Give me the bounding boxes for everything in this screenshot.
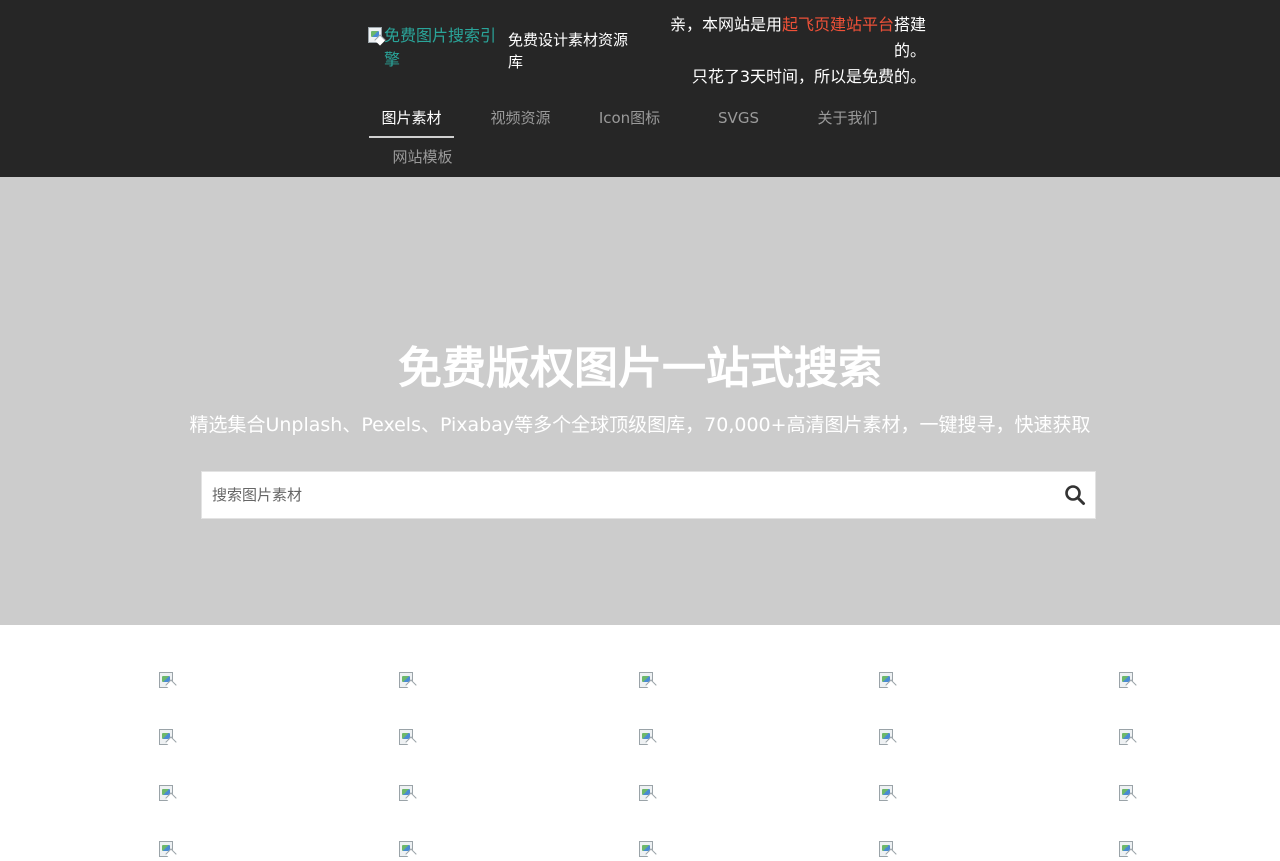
broken-image-icon xyxy=(159,729,173,745)
gallery-thumbnail[interactable] xyxy=(639,785,657,803)
nav-item-videos[interactable]: 视频资源 xyxy=(478,98,563,138)
nav-item-svgs[interactable]: SVGS xyxy=(696,98,781,138)
broken-image-icon xyxy=(879,841,893,857)
hero-subtitle: 精选集合Unplash、Pexels、Pixabay等多个全球顶级图库，70,0… xyxy=(189,414,1091,436)
gallery-thumbnail[interactable] xyxy=(399,785,417,803)
notice-line2: 只花了3天时间，所以是免费的。 xyxy=(691,67,926,86)
broken-image-icon xyxy=(639,672,653,688)
broken-image-icon xyxy=(159,785,173,801)
gallery-thumbnail[interactable] xyxy=(639,672,657,690)
gallery-thumbnail[interactable] xyxy=(879,672,897,690)
image-gallery xyxy=(0,625,1280,857)
nav-item-templates[interactable]: 网站模板 xyxy=(380,137,465,177)
gallery-thumbnail[interactable] xyxy=(1119,672,1137,690)
gallery-thumbnail[interactable] xyxy=(879,729,897,747)
nav-item-about[interactable]: 关于我们 xyxy=(805,98,890,138)
broken-image-icon xyxy=(399,672,413,688)
gallery-thumbnail[interactable] xyxy=(399,672,417,690)
site-logo[interactable]: 免费图片搜索引擎 xyxy=(368,24,508,72)
search-icon xyxy=(1065,485,1085,505)
notice-prefix: 亲，本网站是用 xyxy=(669,15,782,34)
site-notice: 亲，本网站是用起飞页建站平台搭建的。 只花了3天时间，所以是免费的。 xyxy=(640,12,926,90)
broken-image-icon xyxy=(879,785,893,801)
broken-image-icon xyxy=(399,785,413,801)
gallery-thumbnail[interactable] xyxy=(879,785,897,803)
gallery-thumbnail[interactable] xyxy=(1119,785,1137,803)
gallery-thumbnail[interactable] xyxy=(159,841,177,859)
builder-link[interactable]: 起飞页建站平台 xyxy=(782,15,894,34)
gallery-thumbnail[interactable] xyxy=(399,729,417,747)
broken-image-icon xyxy=(1119,841,1133,857)
gallery-thumbnail[interactable] xyxy=(1119,841,1137,859)
gallery-thumbnail[interactable] xyxy=(639,841,657,859)
broken-image-icon xyxy=(399,841,413,857)
broken-image-icon xyxy=(879,729,893,745)
broken-image-icon xyxy=(879,672,893,688)
nav-item-icons[interactable]: Icon图标 xyxy=(587,98,672,138)
site-subtitle: 免费设计素材资源库 xyxy=(508,31,629,71)
broken-image-icon xyxy=(639,841,653,857)
broken-image-icon xyxy=(159,672,173,688)
gallery-thumbnail[interactable] xyxy=(639,729,657,747)
gallery-thumbnail[interactable] xyxy=(159,729,177,747)
broken-image-icon xyxy=(399,729,413,745)
nav-item-images[interactable]: 图片素材 xyxy=(369,98,454,138)
gallery-thumbnail[interactable] xyxy=(1119,729,1137,747)
broken-image-icon xyxy=(639,729,653,745)
gallery-thumbnail[interactable] xyxy=(879,841,897,859)
search-box xyxy=(201,471,1096,519)
logo-alt-text: 免费图片搜索引擎 xyxy=(384,26,497,69)
search-button[interactable] xyxy=(1063,483,1087,507)
gallery-thumbnail[interactable] xyxy=(159,672,177,690)
broken-image-icon xyxy=(1119,785,1133,801)
broken-image-icon xyxy=(1119,729,1133,745)
broken-image-icon xyxy=(159,841,173,857)
hero-banner: 免费版权图片一站式搜索 精选集合Unplash、Pexels、Pixabay等多… xyxy=(0,177,1280,625)
search-input[interactable] xyxy=(202,472,1052,518)
broken-image-icon xyxy=(639,785,653,801)
gallery-thumbnail[interactable] xyxy=(399,841,417,859)
notice-suffix: 搭建的。 xyxy=(893,15,926,60)
gallery-thumbnail[interactable] xyxy=(159,785,177,803)
hero-title: 免费版权图片一站式搜索 xyxy=(398,343,882,394)
site-header: 免费图片搜索引擎 免费设计素材资源库 亲，本网站是用起飞页建站平台搭建的。 只花… xyxy=(0,0,1280,177)
broken-image-icon xyxy=(1119,672,1133,688)
broken-image-icon xyxy=(368,27,382,43)
